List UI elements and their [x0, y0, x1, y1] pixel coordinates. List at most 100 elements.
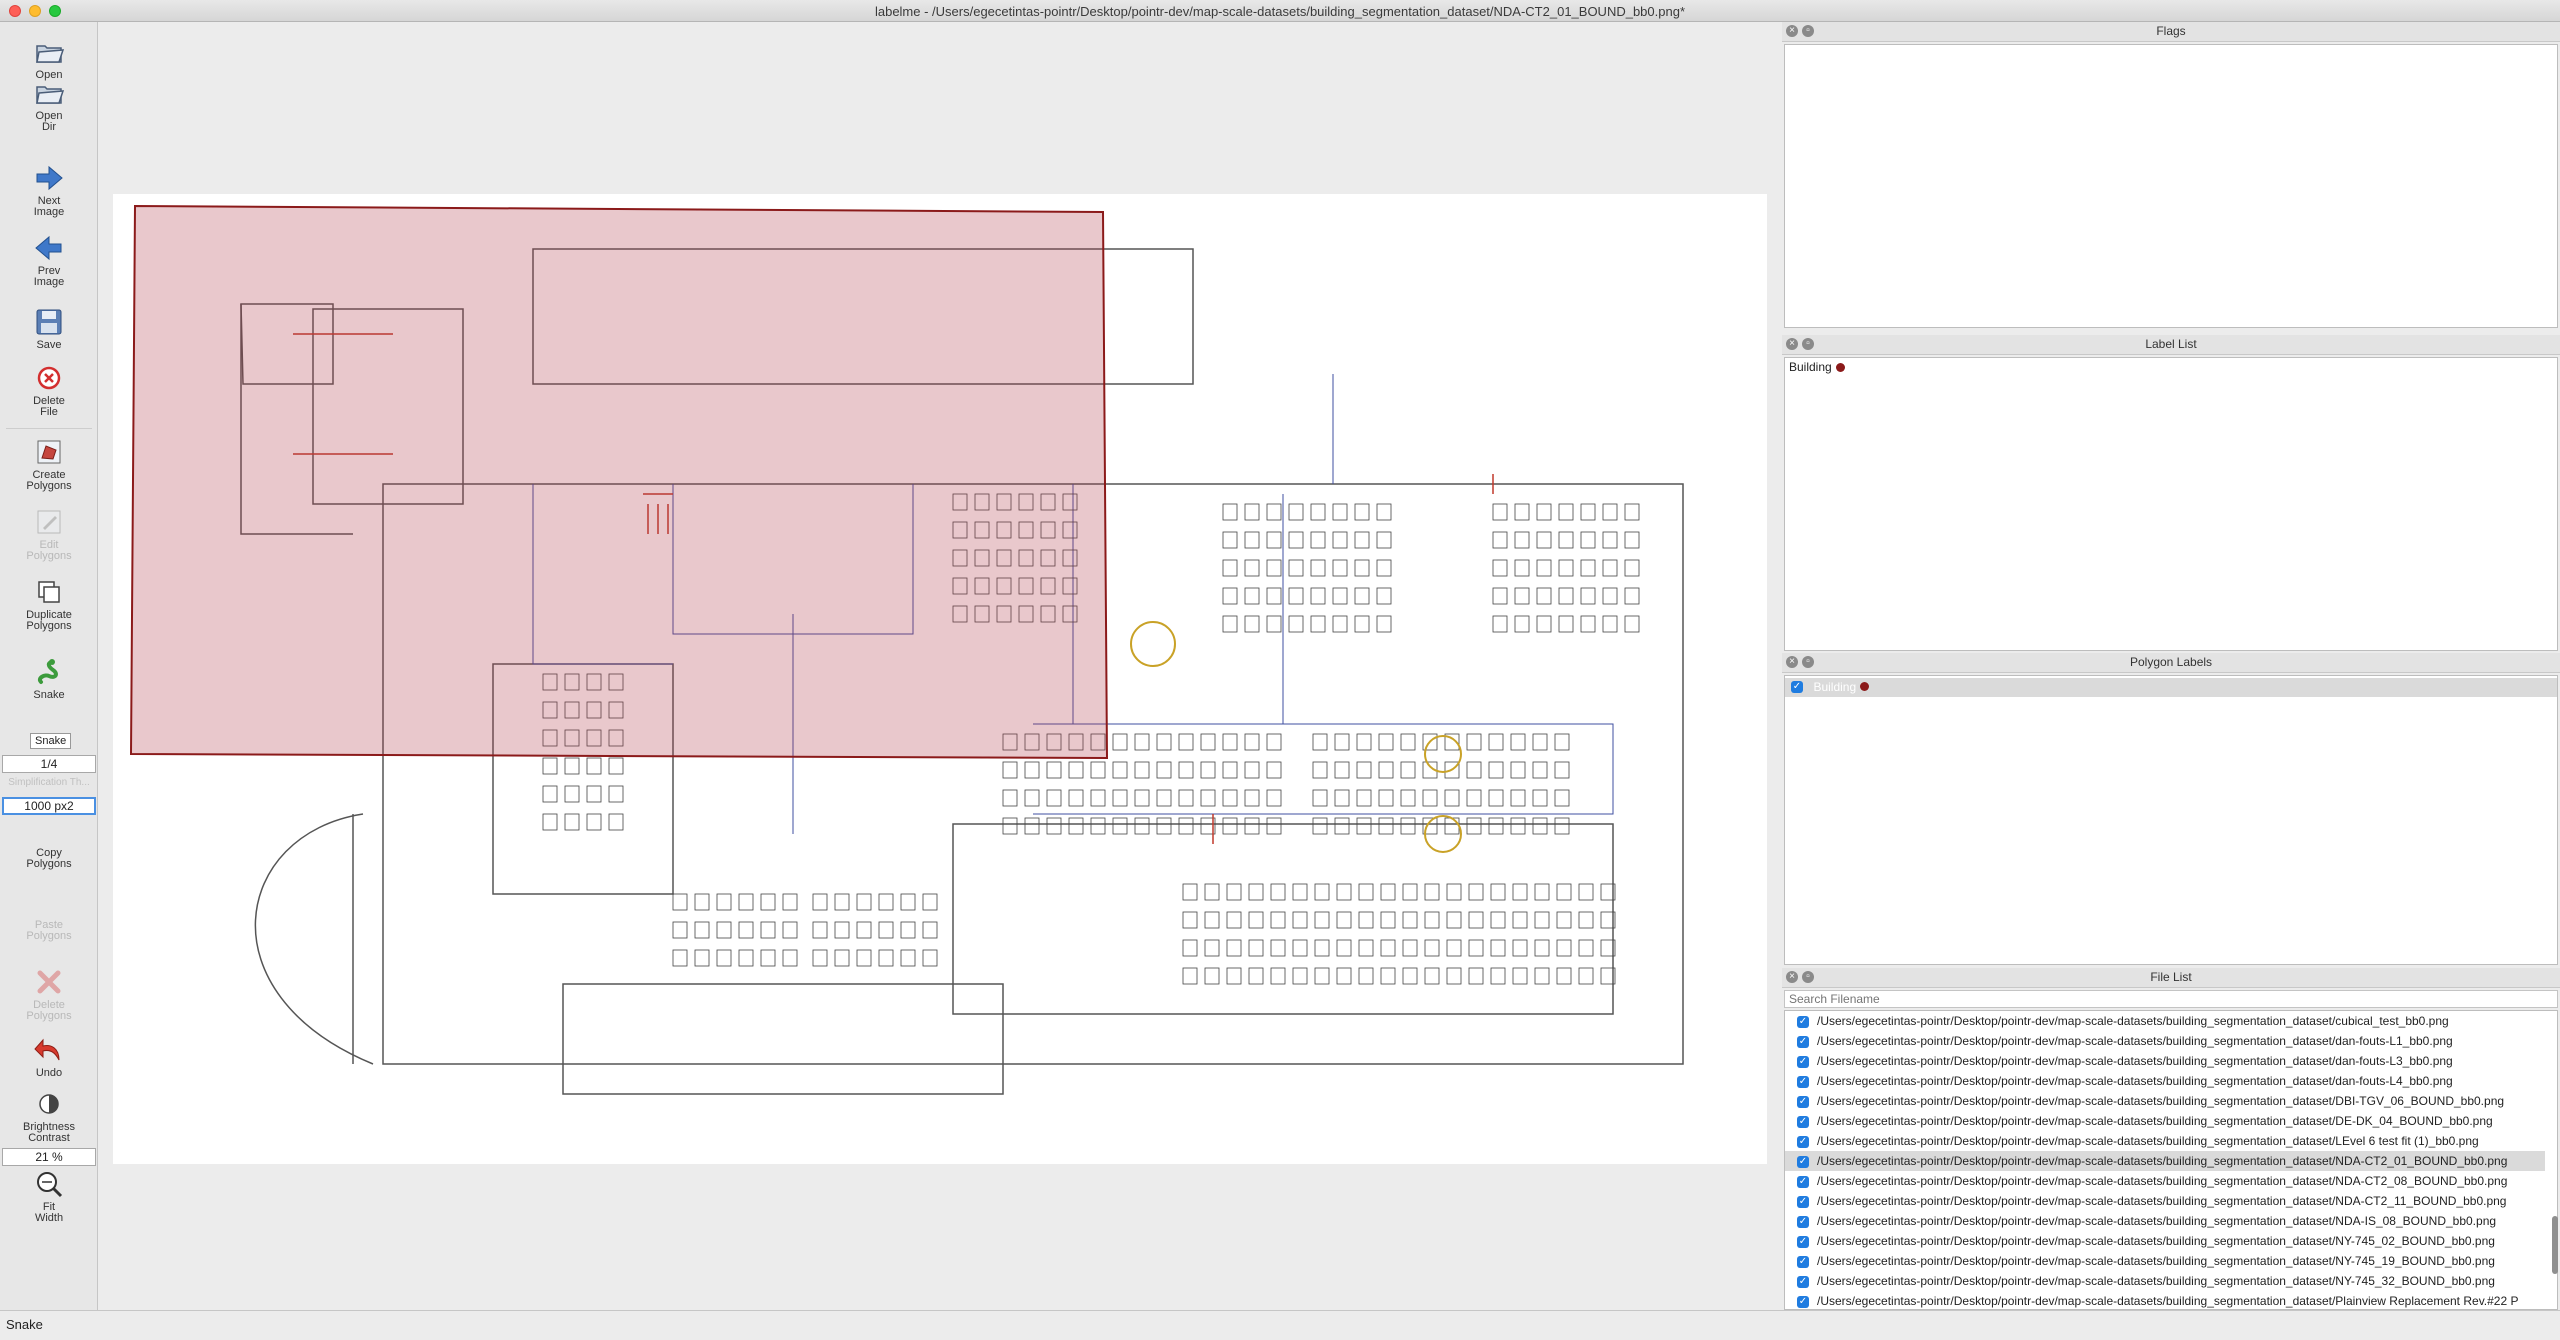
search-filename-input[interactable]	[1784, 990, 2558, 1008]
desk-symbol	[1602, 531, 1618, 549]
flags-list[interactable]	[1784, 44, 2558, 328]
building-polygon[interactable]	[129, 204, 1109, 760]
desk-symbol	[586, 813, 602, 831]
file-list-scrollbar[interactable]	[2552, 1216, 2558, 1274]
desk-symbol	[1356, 789, 1372, 807]
file-list-item[interactable]: ✓ /Users/egecetintas-pointr/Desktop/point…	[1785, 1231, 2545, 1251]
checkbox-checked-icon[interactable]: ✓	[1797, 1015, 1809, 1028]
desk-symbol	[1178, 789, 1194, 807]
desk-symbol	[782, 921, 798, 939]
dock-close-icon[interactable]: ×	[1786, 25, 1798, 37]
dock-close-icon[interactable]: ×	[1786, 656, 1798, 668]
desk-symbol	[1310, 559, 1326, 577]
desk-symbol	[1182, 883, 1198, 901]
desk-symbol	[1602, 615, 1618, 633]
file-list-item[interactable]: ✓ /Users/egecetintas-pointr/Desktop/point…	[1785, 1011, 2545, 1031]
checkbox-checked-icon[interactable]: ✓	[1797, 1135, 1809, 1148]
desk-symbol	[1400, 761, 1416, 779]
file-list-item[interactable]: ✓ /Users/egecetintas-pointr/Desktop/point…	[1785, 1111, 2545, 1131]
delete-polygons-button[interactable]: Delete Polygons	[0, 966, 98, 1022]
desk-symbol	[1248, 911, 1264, 929]
file-list-item[interactable]: ✓ /Users/egecetintas-pointr/Desktop/point…	[1785, 1071, 2545, 1091]
desk-symbol	[1222, 789, 1238, 807]
checkbox-checked-icon[interactable]: ✓	[1791, 680, 1803, 693]
checkbox-checked-icon[interactable]: ✓	[1797, 1175, 1809, 1188]
desk-symbol	[1182, 911, 1198, 929]
window-title: labelme - /Users/egecetintas-pointr/Desk…	[874, 4, 1686, 19]
desk-symbol	[1222, 733, 1238, 751]
desk-symbol	[1556, 911, 1572, 929]
checkbox-checked-icon[interactable]: ✓	[1797, 1075, 1809, 1088]
dock-close-icon[interactable]: ×	[1786, 971, 1798, 983]
desk-symbol	[1554, 733, 1570, 751]
next-image-button[interactable]: Next Image	[0, 162, 98, 218]
dock-float-icon[interactable]: ▫	[1802, 338, 1814, 350]
label-color-dot	[1835, 363, 1845, 373]
dock-close-icon[interactable]: ×	[1786, 338, 1798, 350]
zoom-field[interactable]: 21 %	[2, 1148, 96, 1166]
file-list-item[interactable]: ✓ /Users/egecetintas-pointr/Desktop/point…	[1785, 1191, 2545, 1211]
desk-symbol	[1334, 789, 1350, 807]
desk-symbol	[1200, 761, 1216, 779]
checkbox-checked-icon[interactable]: ✓	[1797, 1275, 1809, 1288]
dock-float-icon[interactable]: ▫	[1802, 656, 1814, 668]
save-button[interactable]: Save	[0, 306, 98, 351]
file-list[interactable]: ✓ /Users/egecetintas-pointr/Desktop/point…	[1784, 1010, 2558, 1310]
file-list-item[interactable]: ✓ /Users/egecetintas-pointr/Desktop/point…	[1785, 1031, 2545, 1051]
paste-polygons-button[interactable]: Paste Polygons	[0, 920, 98, 942]
file-list-item[interactable]: ✓ /Users/egecetintas-pointr/Desktop/point…	[1785, 1151, 2545, 1171]
desk-symbol	[1376, 503, 1392, 521]
desk-symbol	[1514, 531, 1530, 549]
desk-symbol	[1512, 911, 1528, 929]
open-button[interactable]: Open	[0, 36, 98, 81]
simplification-threshold-field[interactable]: 1000 px2	[2, 797, 96, 815]
desk-symbol	[586, 757, 602, 775]
desk-symbol	[1358, 967, 1374, 985]
prev-image-button[interactable]: Prev Image	[0, 232, 98, 288]
floppy-disk-icon	[36, 309, 62, 335]
copy-polygons-button[interactable]: Copy Polygons	[0, 848, 98, 870]
checkbox-checked-icon[interactable]: ✓	[1797, 1235, 1809, 1248]
file-list-item[interactable]: ✓ /Users/egecetintas-pointr/Desktop/point…	[1785, 1271, 2545, 1291]
file-list-item[interactable]: ✓ /Users/egecetintas-pointr/Desktop/point…	[1785, 1171, 2545, 1191]
polygon-labels-list[interactable]: ✓ Building	[1784, 675, 2558, 965]
file-list-item[interactable]: ✓ /Users/egecetintas-pointr/Desktop/point…	[1785, 1251, 2545, 1271]
file-list-item[interactable]: ✓ /Users/egecetintas-pointr/Desktop/point…	[1785, 1211, 2545, 1231]
create-polygons-button[interactable]: Create Polygons	[0, 436, 98, 492]
list-item[interactable]: ✓ Building	[1785, 678, 2557, 697]
checkbox-checked-icon[interactable]: ✓	[1797, 1255, 1809, 1268]
desk-symbol	[1134, 817, 1150, 835]
desk-symbol	[564, 785, 580, 803]
checkbox-checked-icon[interactable]: ✓	[1797, 1115, 1809, 1128]
desk-symbol	[672, 949, 688, 967]
delete-file-button[interactable]: Delete File	[0, 362, 98, 418]
edit-polygons-button[interactable]: Edit Polygons	[0, 506, 98, 562]
duplicate-polygons-button[interactable]: Duplicate Polygons	[0, 576, 98, 632]
dock-float-icon[interactable]: ▫	[1802, 971, 1814, 983]
checkbox-checked-icon[interactable]: ✓	[1797, 1155, 1809, 1168]
file-list-item[interactable]: ✓ /Users/egecetintas-pointr/Desktop/point…	[1785, 1051, 2545, 1071]
checkbox-checked-icon[interactable]: ✓	[1797, 1215, 1809, 1228]
file-list-item[interactable]: ✓ /Users/egecetintas-pointr/Desktop/point…	[1785, 1291, 2545, 1309]
file-list-item[interactable]: ✓ /Users/egecetintas-pointr/Desktop/point…	[1785, 1131, 2545, 1151]
label-list[interactable]: Building	[1784, 357, 2558, 651]
checkbox-checked-icon[interactable]: ✓	[1797, 1055, 1809, 1068]
checkbox-checked-icon[interactable]: ✓	[1797, 1295, 1809, 1308]
open-dir-button[interactable]: Open Dir	[0, 77, 98, 133]
dock-float-icon[interactable]: ▫	[1802, 25, 1814, 37]
fit-width-button[interactable]: Fit Width	[0, 1168, 98, 1224]
list-item[interactable]: Building	[1789, 360, 1845, 374]
checkbox-checked-icon[interactable]: ✓	[1797, 1095, 1809, 1108]
desk-symbol	[1534, 883, 1550, 901]
brightness-contrast-button[interactable]: Brightness Contrast	[0, 1088, 98, 1144]
file-list-item[interactable]: ✓ /Users/egecetintas-pointr/Desktop/point…	[1785, 1091, 2545, 1111]
desk-symbol	[1358, 939, 1374, 957]
undo-button[interactable]: Undo	[0, 1034, 98, 1079]
desk-symbol	[1354, 587, 1370, 605]
desk-symbol	[1002, 817, 1018, 835]
image-canvas[interactable]	[99, 22, 1781, 1310]
checkbox-checked-icon[interactable]: ✓	[1797, 1195, 1809, 1208]
epsilon-field[interactable]: 1/4	[2, 755, 96, 773]
snake-button[interactable]: Snake	[0, 656, 98, 701]
checkbox-checked-icon[interactable]: ✓	[1797, 1035, 1809, 1048]
